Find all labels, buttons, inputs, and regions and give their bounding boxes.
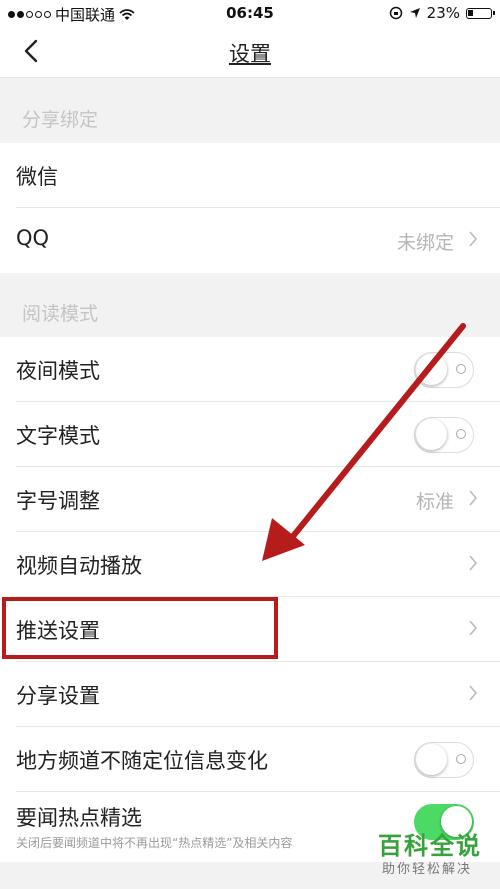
row-text-mode-label: 文字模式 bbox=[16, 424, 100, 448]
text-mode-toggle[interactable] bbox=[414, 417, 474, 453]
watermark-title: 百科全说 bbox=[378, 832, 482, 860]
row-qq-status: 未绑定 bbox=[396, 232, 454, 254]
watermark-subtitle: 助你轻松解决 bbox=[382, 862, 473, 877]
night-mode-toggle[interactable] bbox=[414, 352, 474, 388]
row-text-mode[interactable]: 文字模式 bbox=[0, 402, 500, 467]
lock-rotation-icon bbox=[389, 6, 402, 20]
chevron-right-icon bbox=[469, 685, 478, 701]
nav-bar: 设置 bbox=[0, 26, 500, 78]
section-share-binding: 分享绑定 bbox=[0, 79, 500, 143]
watermark-logo: 百科全说 助你轻松解决 bbox=[372, 826, 494, 884]
row-video-autoplay[interactable]: 视频自动播放 bbox=[0, 532, 500, 597]
chevron-right-icon bbox=[469, 555, 478, 571]
row-wechat-label: 微信 bbox=[16, 165, 58, 189]
row-night-mode[interactable]: 夜间模式 bbox=[0, 337, 500, 402]
chevron-right-icon bbox=[469, 231, 478, 247]
status-bar: 中国联通 06:45 23% bbox=[0, 0, 500, 26]
row-font-size-label: 字号调整 bbox=[16, 489, 100, 513]
page-title: 设置 bbox=[229, 42, 271, 66]
row-share-settings[interactable]: 分享设置 bbox=[0, 662, 500, 727]
row-font-size-value: 标准 bbox=[415, 491, 454, 513]
row-hot-news-description: 关闭后要闻频道中将不再出现“热点精选”及相关内容 bbox=[16, 836, 293, 850]
chevron-right-icon bbox=[469, 490, 478, 506]
annotation-highlight-box bbox=[2, 597, 278, 659]
row-video-autoplay-label: 视频自动播放 bbox=[16, 554, 142, 578]
row-night-mode-label: 夜间模式 bbox=[16, 359, 100, 383]
row-local-channel-label: 地方频道不随定位信息变化 bbox=[16, 749, 268, 773]
location-icon bbox=[409, 8, 420, 18]
row-font-size[interactable]: 字号调整 标准 bbox=[0, 467, 500, 532]
chevron-right-icon bbox=[469, 620, 478, 636]
section-share-binding-label: 分享绑定 bbox=[22, 109, 99, 131]
row-share-settings-label: 分享设置 bbox=[16, 684, 100, 708]
status-right: 23% bbox=[389, 4, 495, 22]
row-wechat[interactable]: 微信 bbox=[0, 143, 500, 208]
row-local-channel[interactable]: 地方频道不随定位信息变化 bbox=[0, 727, 500, 792]
battery-icon bbox=[466, 7, 495, 19]
row-hot-news-label: 要闻热点精选 bbox=[16, 806, 142, 830]
section-reading-mode: 阅读模式 bbox=[0, 273, 500, 337]
local-channel-toggle[interactable] bbox=[414, 742, 474, 778]
row-qq[interactable]: QQ 未绑定 bbox=[0, 208, 500, 273]
battery-percent: 23% bbox=[426, 4, 460, 22]
row-qq-label: QQ bbox=[16, 226, 50, 250]
section-reading-mode-label: 阅读模式 bbox=[22, 303, 99, 325]
